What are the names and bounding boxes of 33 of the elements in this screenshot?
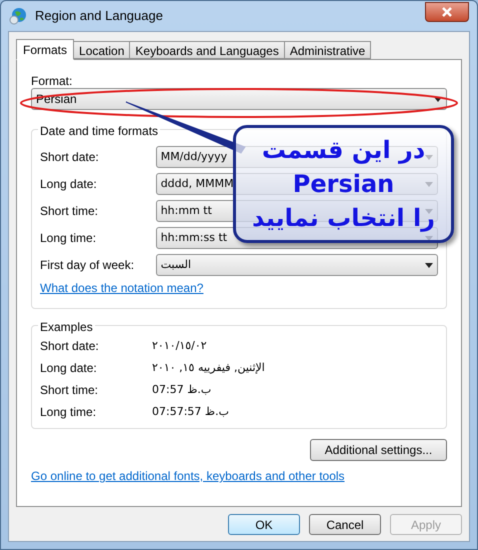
notation-link[interactable]: What does the notation mean? <box>40 279 438 297</box>
example-label: Short date: <box>40 338 100 355</box>
dropdown-arrow-icon <box>425 262 433 268</box>
field-label: Long time: <box>40 230 98 247</box>
tab[interactable]: Administrative <box>284 41 372 59</box>
tab[interactable]: Keyboards and Languages <box>129 41 285 59</box>
globe-icon <box>9 7 27 25</box>
example-label: Long time: <box>40 404 98 421</box>
callout-text: در این قسمت <box>262 135 426 166</box>
example-value: 07:57:57 ب.ظ <box>152 404 229 420</box>
field-label: First day of week: <box>40 257 136 274</box>
dialog-button[interactable]: OK <box>228 514 300 535</box>
field-label: Long date: <box>40 176 98 193</box>
dropdown-arrow-icon <box>434 96 442 102</box>
tab[interactable]: Location <box>73 41 130 59</box>
dropdown[interactable]: السبت <box>156 254 438 276</box>
dialog-button[interactable]: Cancel <box>309 514 381 535</box>
close-button[interactable] <box>425 2 469 22</box>
window-title: Region and Language <box>35 7 163 26</box>
callout-text: Persian <box>292 169 394 200</box>
example-label: Short time: <box>40 382 100 399</box>
example-value: 07:57 ب.ظ <box>152 382 212 398</box>
callout-text: را انتخاب نمایید <box>252 203 435 234</box>
additional-settings-button[interactable]: Additional settings... <box>310 439 447 461</box>
format-label: Format: <box>31 73 74 88</box>
example-value: ٢٠١٠/١٥/٠٢ <box>152 338 207 354</box>
field-label: Short time: <box>40 203 100 220</box>
example-label: Long date: <box>40 360 98 377</box>
tab[interactable]: Formats <box>16 39 74 60</box>
close-icon <box>442 7 452 17</box>
online-link[interactable]: Go online to get additional fonts, keyboards and other tools <box>31 467 447 485</box>
field-label: Short date: <box>40 149 100 166</box>
example-value: الإثنين, فيفرييه ١٥, ٢٠١٠ <box>152 360 265 376</box>
